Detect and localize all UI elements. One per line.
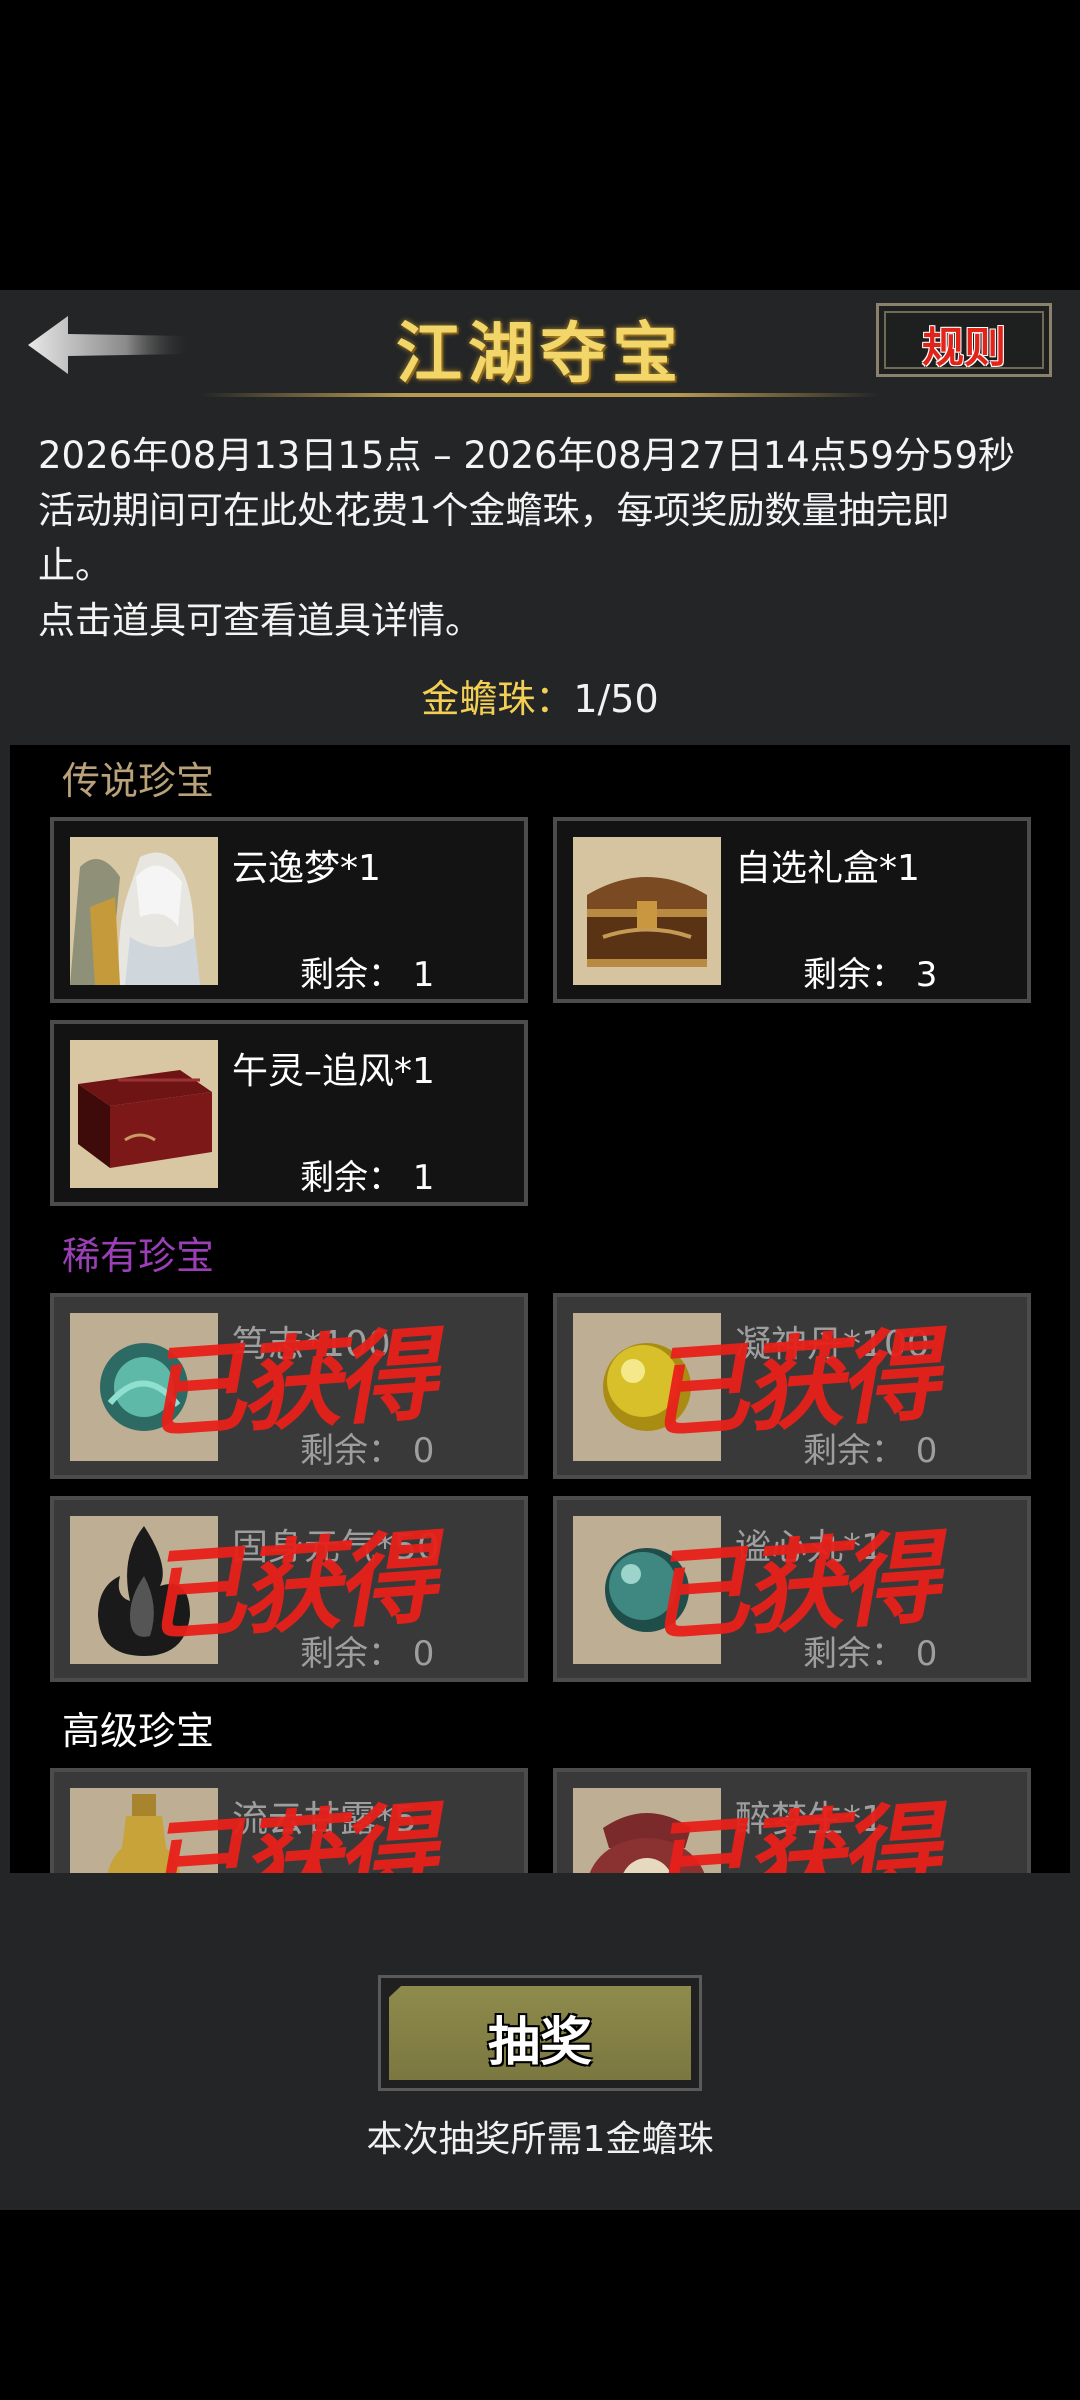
heroine-portrait	[70, 837, 218, 985]
draw-cost-note: 本次抽奖所需1金蟾珠	[366, 2119, 714, 2160]
prize-card[interactable]: 流云甘露*5 已获得	[50, 1768, 528, 1873]
draw-button[interactable]: 抽奖	[378, 1975, 702, 2091]
event-hint: 点击道具可查看道具详情。	[38, 599, 482, 642]
obtained-stamp: 已获得	[643, 1315, 940, 1453]
event-description: 2026年08月13日15点 – 2026年08月27日14点59分59秒 活动…	[38, 428, 1048, 648]
prize-name: 云逸梦*1	[232, 848, 381, 889]
wooden-chest-icon	[573, 837, 721, 985]
prize-remaining: 剩余： 1	[300, 955, 435, 995]
prize-list[interactable]: 传说珍宝 云逸梦*1 剩余： 1 自选礼盒*1 剩余： 3 午灵–追风*1 剩余…	[10, 745, 1070, 1873]
section-title-advanced: 高级珍宝	[62, 1709, 215, 1753]
event-rule-text: 活动期间可在此处花费1个金蟾珠，每项奖励数量抽完即	[38, 489, 950, 532]
currency-display: 金蟾珠：1/50	[0, 668, 1080, 723]
prize-name: 午灵–追风*1	[232, 1051, 435, 1092]
obtained-stamp: 已获得	[140, 1518, 437, 1656]
obtained-stamp: 已获得	[140, 1790, 437, 1873]
prize-card[interactable]: 谧心丸*1 剩余： 0 已获得	[553, 1496, 1031, 1682]
prize-card[interactable]: 云逸梦*1 剩余： 1	[50, 817, 528, 1003]
obtained-stamp: 已获得	[643, 1518, 940, 1656]
prize-card[interactable]: 凝神丹*100 剩余： 0 已获得	[553, 1293, 1031, 1479]
draw-button-label: 抽奖	[487, 2013, 592, 2073]
rules-button-label: 规则	[921, 323, 1006, 372]
obtained-stamp: 已获得	[643, 1790, 940, 1873]
prize-name: 自选礼盒*1	[735, 848, 920, 889]
section-title-legendary: 传说珍宝	[62, 759, 215, 803]
prize-card[interactable]: 午灵–追风*1 剩余： 1	[50, 1020, 528, 1206]
prize-card[interactable]: 固身元气*50 剩余： 0 已获得	[50, 1496, 528, 1682]
red-box-icon	[70, 1040, 218, 1188]
prize-remaining: 剩余： 3	[803, 955, 938, 995]
currency-label: 金蟾珠：	[421, 677, 574, 721]
prize-remaining: 剩余： 1	[300, 1158, 435, 1198]
currency-value: 1/50	[573, 677, 659, 721]
event-period: 2026年08月13日15点 – 2026年08月27日14点59分59秒	[38, 434, 1015, 477]
title-divider	[200, 393, 880, 397]
prize-card[interactable]: 醉梦生*1 已获得	[553, 1768, 1031, 1873]
rules-button[interactable]: 规则	[876, 303, 1052, 377]
prize-card[interactable]: 自选礼盒*1 剩余： 3	[553, 817, 1031, 1003]
section-title-rare: 稀有珍宝	[62, 1234, 215, 1278]
prize-card[interactable]: 笃志*100 剩余： 0 已获得	[50, 1293, 528, 1479]
event-rule-text-cont: 止。	[38, 544, 112, 587]
obtained-stamp: 已获得	[140, 1315, 437, 1453]
